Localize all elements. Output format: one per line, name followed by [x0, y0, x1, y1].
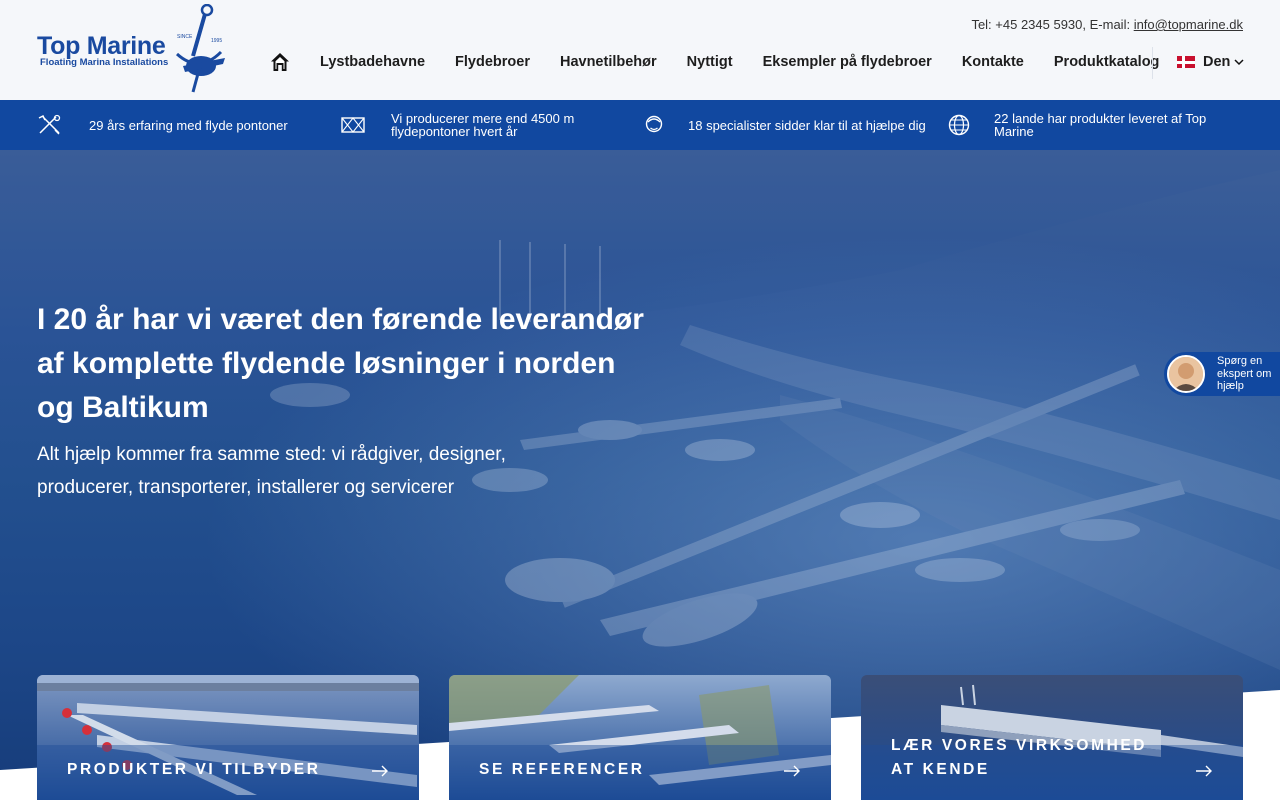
nav-item-kontakte[interactable]: Kontakte [962, 54, 1024, 70]
chevron-down-icon [1234, 59, 1244, 66]
feature-item: Vi producerer mere end 4500 m flydeponto… [341, 100, 631, 150]
nav-item-eksempler[interactable]: Eksempler på flydebroer [763, 54, 932, 70]
logo-tagline: Floating Marina Installations [40, 57, 169, 68]
main-nav: Lystbadehavne Flydebroer Havnetilbehør N… [270, 50, 1189, 74]
svg-text:1995: 1995 [211, 38, 222, 44]
home-icon[interactable] [270, 52, 290, 72]
feature-text: 29 års erfaring med flyde pontoner [89, 117, 288, 133]
tools-icon [38, 114, 61, 135]
hero-heading: I 20 år har vi været den førende leveran… [37, 303, 644, 424]
globe-icon [948, 114, 970, 136]
features-bar: 29 års erfaring med flyde pontoner Vi pr… [0, 100, 1280, 150]
nav-item-flydebroer[interactable]: Flydebroer [455, 54, 530, 70]
contact-info: Tel: +45 2345 5930, E-mail: info@topmari… [971, 17, 1243, 32]
hero-section: I 20 år har vi været den førende leveran… [0, 150, 1280, 800]
language-label: Den [1203, 54, 1231, 70]
nav-item-nyttigt[interactable]: Nyttigt [687, 54, 733, 70]
feature-item: 29 års erfaring med flyde pontoner [37, 100, 317, 150]
nav-divider [1152, 47, 1153, 79]
card-references[interactable]: SE REFERENCER [449, 675, 831, 800]
card-about[interactable]: LÆR VORES VIRKSOMHED AT KENDE [861, 675, 1243, 800]
nav-item-lystbadehavne[interactable]: Lystbadehavne [320, 54, 425, 70]
expert-widget-text: Spørg en ekspert om hjælp [1217, 355, 1272, 392]
ask-expert-button[interactable]: Spørg en ekspert om hjælp [1164, 352, 1280, 396]
card-products[interactable]: PRODUKTER VI TILBYDER [37, 675, 419, 800]
contact-email-link[interactable]: info@topmarine.dk [1134, 17, 1243, 32]
card-label: LÆR VORES VIRKSOMHED AT KENDE [891, 737, 1148, 778]
card-label: PRODUKTER VI TILBYDER [67, 761, 321, 778]
svg-text:SINCE: SINCE [177, 34, 193, 40]
language-selector[interactable]: Den [1177, 54, 1245, 70]
feature-text: Vi producerer mere end 4500 m flydeponto… [391, 111, 575, 139]
nav-item-produktkatalog[interactable]: Produktkatalog [1054, 54, 1160, 70]
pontoon-icon [341, 117, 365, 133]
arrow-right-icon [1196, 765, 1212, 777]
site-header: Top Marine Floating Marina Installations… [0, 0, 1280, 100]
contact-phone: Tel: +45 2345 5930, E-mail: [971, 17, 1134, 32]
card-label: SE REFERENCER [479, 761, 645, 778]
anchor-logo-icon: SINCE 1995 [175, 4, 225, 93]
feature-item: 22 lande har produkter leveret af Top Ma… [948, 100, 1248, 150]
feature-item: 18 specialister sidder klar til at hjælp… [645, 100, 935, 150]
logo[interactable]: Top Marine Floating Marina Installations… [37, 4, 227, 94]
denmark-flag-icon [1177, 56, 1195, 68]
nav-item-havnetilbehor[interactable]: Havnetilbehør [560, 54, 657, 70]
arrow-right-icon [372, 765, 388, 777]
feature-text: 22 lande har produkter leveret af Top Ma… [994, 111, 1207, 139]
arrow-right-icon [784, 765, 800, 777]
expert-avatar [1167, 355, 1205, 393]
specialist-icon [645, 115, 663, 133]
feature-text: 18 specialister sidder klar til at hjælp… [688, 117, 926, 133]
hero-subheading: Alt hjælp kommer fra samme sted: vi rådg… [37, 444, 506, 498]
